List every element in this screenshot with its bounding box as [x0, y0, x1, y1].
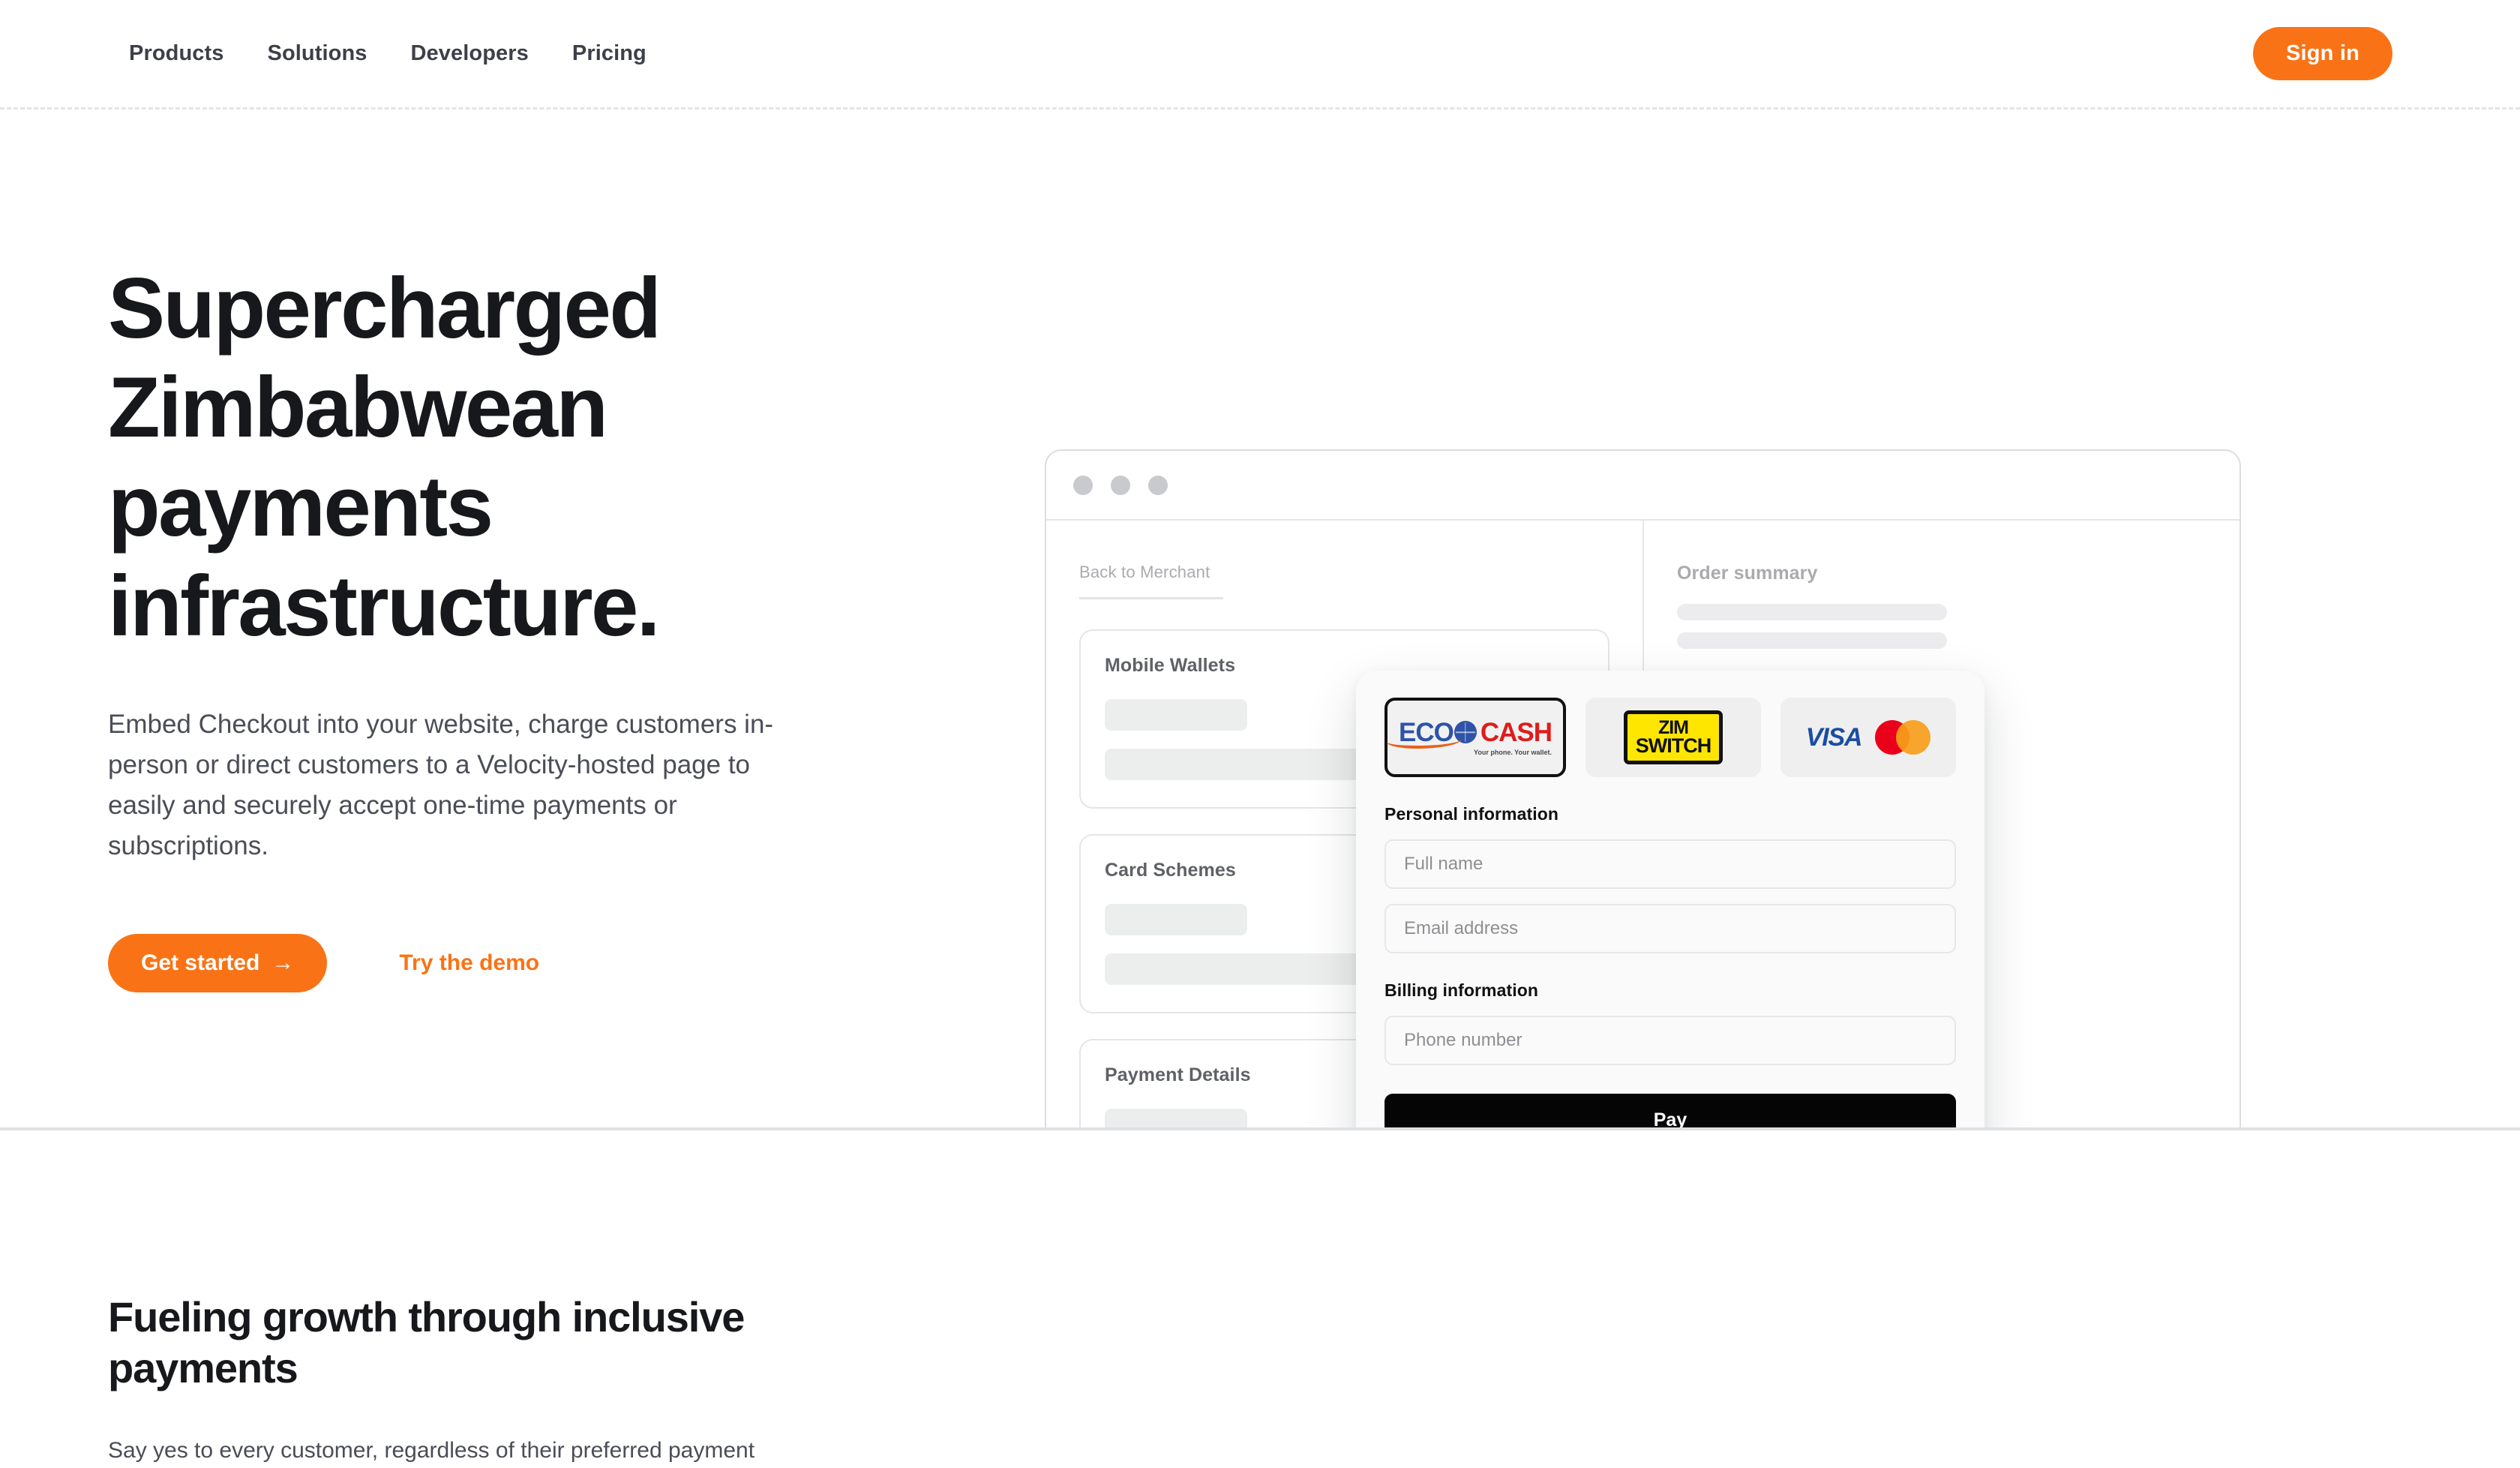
- browser-titlebar: [1046, 451, 2240, 521]
- mastercard-orange-circle: [1896, 720, 1931, 755]
- ecocash-word-cash: CASH: [1480, 717, 1552, 747]
- ecocash-logo-icon: ECO CASH Your phone. Your wallet.: [1386, 717, 1552, 756]
- arrow-right-icon: →: [272, 950, 295, 975]
- zimswitch-logo-icon: ZIM SWITCH: [1623, 710, 1724, 764]
- sign-in-button[interactable]: Sign in: [2252, 27, 2392, 80]
- hero-section: Supercharged Zimbabwean payments infrast…: [0, 110, 2520, 1130]
- personal-information-label: Personal information: [1384, 804, 1559, 824]
- payment-method-card[interactable]: VISA: [1780, 698, 1956, 777]
- visa-logo-icon: VISA: [1805, 722, 1863, 752]
- get-started-button[interactable]: Get started →: [108, 933, 328, 992]
- billing-information-label: Billing information: [1384, 980, 1539, 1000]
- placeholder-bar: [1677, 604, 1947, 620]
- nav-link-products[interactable]: Products: [129, 41, 224, 66]
- hero-cta-group: Get started → Try the demo: [108, 933, 933, 992]
- back-to-merchant-link[interactable]: Back to Merchant: [1079, 563, 1610, 582]
- nav-link-pricing[interactable]: Pricing: [572, 41, 646, 66]
- email-address-input[interactable]: [1384, 904, 1956, 953]
- primary-nav: Products Solutions Developers Pricing: [129, 41, 646, 66]
- nav-link-solutions[interactable]: Solutions: [268, 41, 368, 66]
- window-maximize-dot-icon: [1148, 475, 1168, 495]
- mastercard-logo-icon: [1875, 720, 1931, 755]
- nav-link-developers[interactable]: Developers: [411, 41, 529, 66]
- window-close-dot-icon: [1073, 475, 1093, 495]
- placeholder-bar: [1105, 904, 1247, 935]
- placeholder-bar: [1105, 699, 1247, 731]
- hero-subtitle: Embed Checkout into your website, charge…: [108, 709, 774, 860]
- pay-button[interactable]: Pay: [1384, 1094, 1956, 1127]
- payment-method-zimswitch[interactable]: ZIM SWITCH: [1586, 698, 1761, 777]
- back-link-underline: [1079, 597, 1223, 599]
- growth-section-title: Fueling growth through inclusive payment…: [108, 1293, 745, 1392]
- placeholder-bar: [1105, 1109, 1247, 1127]
- growth-section: Fueling growth through inclusive payment…: [0, 1130, 2520, 1468]
- growth-section-subtitle: Say yes to every customer, regardless of…: [108, 1437, 755, 1463]
- payment-method-selector: ECO CASH Your phone. Your wallet. ZIM SW…: [1384, 698, 1956, 777]
- hero-title: Supercharged Zimbabwean payments infrast…: [108, 261, 662, 654]
- get-started-label: Get started: [141, 950, 260, 975]
- phone-number-input[interactable]: [1384, 1016, 1956, 1065]
- order-summary-title: Order summary: [1677, 563, 1818, 584]
- zimswitch-line-2: SWITCH: [1635, 734, 1712, 758]
- window-minimize-dot-icon: [1111, 475, 1130, 495]
- ecocash-tagline: Your phone. Your wallet.: [1474, 748, 1552, 756]
- placeholder-bar: [1677, 632, 1947, 649]
- navbar-right: Sign in: [2252, 27, 2392, 80]
- try-demo-button[interactable]: Try the demo: [399, 950, 539, 976]
- card-brands-group: VISA: [1806, 720, 1931, 755]
- payment-method-ecocash[interactable]: ECO CASH Your phone. Your wallet.: [1384, 698, 1566, 777]
- top-navbar: Products Solutions Developers Pricing Si…: [0, 0, 2520, 110]
- checkout-form-card: ECO CASH Your phone. Your wallet. ZIM SW…: [1356, 671, 1984, 1127]
- ecocash-wordmark: ECO CASH: [1386, 717, 1552, 749]
- hero-copy: Supercharged Zimbabwean payments infrast…: [108, 260, 933, 992]
- full-name-input[interactable]: [1384, 839, 1956, 889]
